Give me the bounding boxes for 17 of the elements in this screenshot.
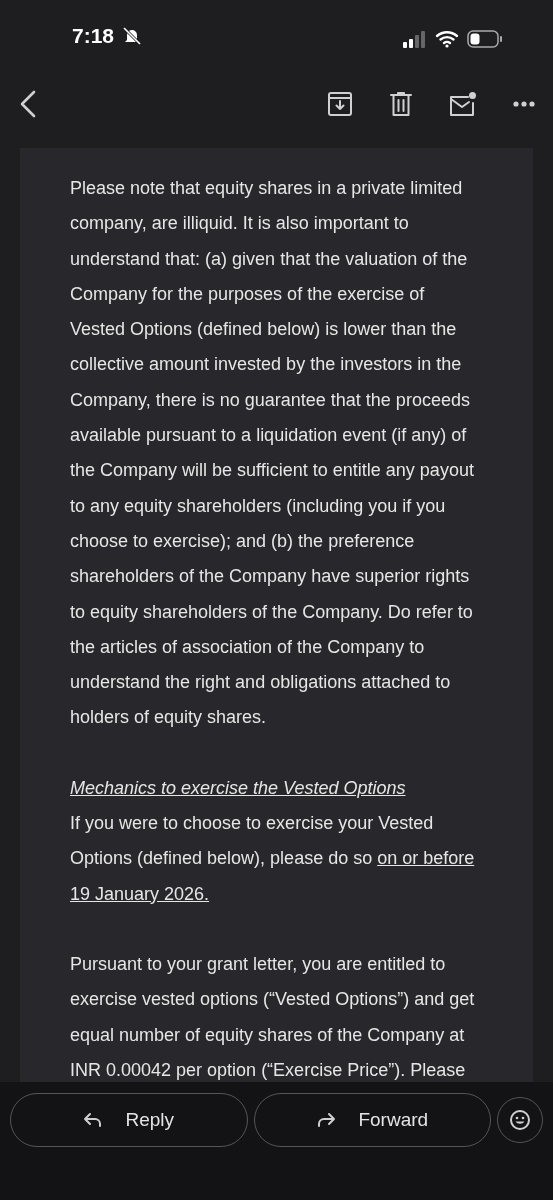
section-heading: Mechanics to exercise the Vested Options — [70, 776, 407, 800]
more-icon[interactable] — [513, 101, 535, 107]
wifi-icon — [435, 30, 459, 48]
smiley-icon — [509, 1109, 531, 1131]
status-time: 7:18 — [72, 24, 115, 48]
signal-icon — [403, 30, 427, 48]
forward-arrow-icon — [316, 1112, 337, 1128]
body-paragraph: If you were to choose to exercise your Vested Options (defined below), please do so on or before 19 January 2026. — [70, 812, 476, 906]
battery-icon — [467, 30, 503, 48]
reply-arrow-icon — [83, 1112, 104, 1128]
mail-unread-icon[interactable] — [449, 91, 477, 117]
body-paragraph: Please note that equity shares in a private limited company, are illiquid. It is also important to understand that: (a) given that the valuation of the Company for the purposes of the exercise of Vested Options (defined below) is lower than the collective amount invested by the investors in the Company, there is no guarantee that the proceeds available pursuant to a liquidation event (if any) of the Company will be sufficient to entitle any payout to any equity shareholders (including you if you choose to exercise); and (b) the preference shareholders of the Company have superior rights to equity shareholders of the Company. Do refer to the articles of association of the Company to understand the right and obligations attached to holders of equity shares. — [70, 177, 475, 730]
body-paragraph: Pursuant to your grant letter, you are entitled to exercise vested options (“Vested Options”) and get equal number of equity shares of the Company at INR 0.00042 per option (“Exercise Price”). Please — [70, 952, 476, 1082]
trash-icon[interactable] — [389, 91, 413, 117]
bell-muted-icon — [122, 26, 143, 46]
back-icon[interactable] — [18, 89, 38, 119]
archive-icon[interactable] — [327, 91, 353, 117]
